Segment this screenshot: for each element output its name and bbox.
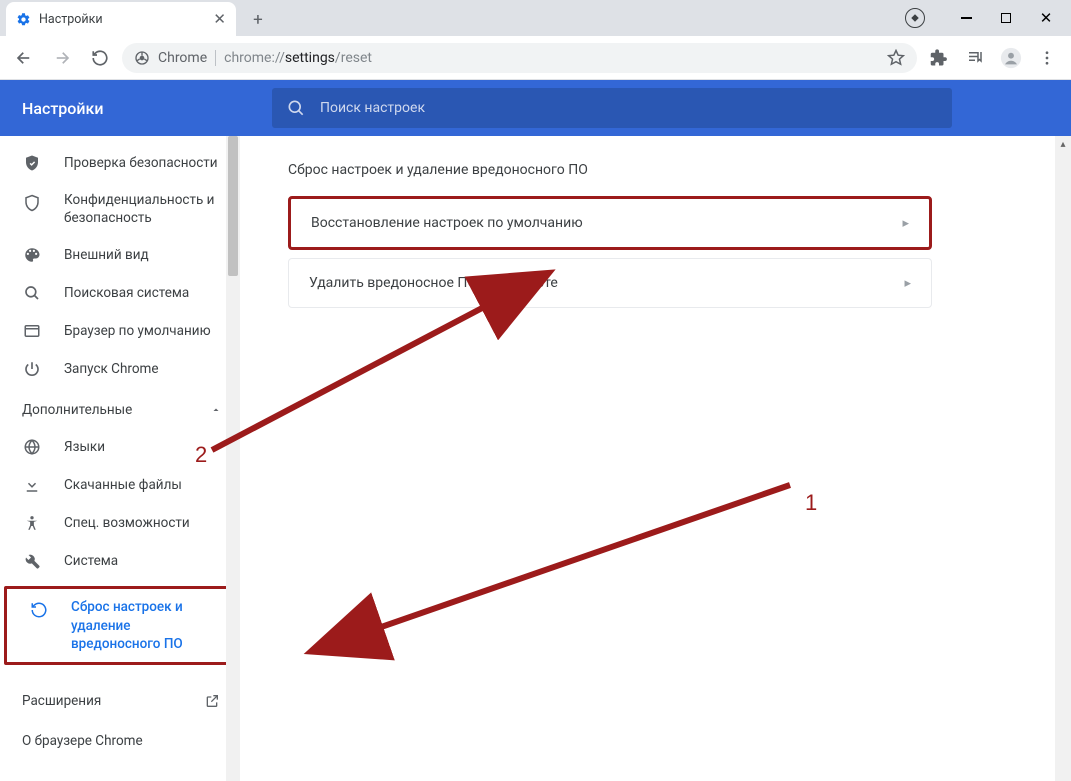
- sidebar-item-label: Браузер по умолчанию: [64, 322, 211, 340]
- option-cleanup-computer[interactable]: Удалить вредоносное ПО с компьюте ▸: [288, 258, 932, 308]
- sidebar-about-link[interactable]: О браузере Chrome: [0, 721, 240, 761]
- sidebar-item-label: Запуск Chrome: [64, 360, 159, 378]
- settings-search-input[interactable]: [320, 100, 938, 116]
- chevron-up-icon: [210, 404, 222, 416]
- sidebar-about-label: О браузере Chrome: [22, 733, 143, 749]
- sidebar-scrollbar[interactable]: [226, 136, 240, 781]
- profile-avatar-icon[interactable]: [995, 42, 1027, 74]
- power-icon: [22, 359, 42, 379]
- chrome-info-icon: [134, 50, 150, 66]
- sidebar-item-label: Проверка безопасности: [64, 154, 218, 172]
- sidebar-item-safety-check[interactable]: Проверка безопасности: [0, 144, 240, 182]
- wrench-icon: [22, 551, 42, 571]
- window-minimize-button[interactable]: [949, 3, 983, 33]
- window-titlebar: Настройки ✕ + ✕: [0, 0, 1071, 36]
- shield-icon: [22, 193, 42, 213]
- search-icon: [22, 283, 42, 303]
- sidebar-item-label: Скачанные файлы: [64, 476, 182, 494]
- accessibility-icon: [22, 513, 42, 533]
- sidebar-item-on-startup[interactable]: Запуск Chrome: [0, 350, 240, 388]
- close-tab-icon[interactable]: ✕: [213, 10, 226, 28]
- sidebar-extensions-label: Расширения: [22, 693, 101, 709]
- settings-search[interactable]: [272, 88, 952, 128]
- bookmark-star-icon[interactable]: [887, 49, 905, 67]
- chevron-right-icon: ▸: [902, 216, 909, 231]
- url-scheme-label: Chrome: [158, 50, 207, 66]
- sidebar-item-system[interactable]: Система: [0, 542, 240, 580]
- url-separator: [215, 50, 216, 66]
- sidebar-item-accessibility[interactable]: Спец. возможности: [0, 504, 240, 542]
- sidebar-advanced-toggle[interactable]: Дополнительные: [0, 388, 240, 428]
- option-restore-defaults[interactable]: Восстановление настроек по умолчанию ▸: [288, 196, 932, 250]
- url-text: chrome://settings/reset: [224, 50, 372, 66]
- gear-icon: [16, 12, 31, 27]
- sidebar-item-search-engine[interactable]: Поисковая система: [0, 274, 240, 312]
- page-section-title: Сброс настроек и удаление вредоносного П…: [288, 162, 932, 178]
- settings-header-title: Настройки: [22, 99, 272, 118]
- shield-check-icon: [22, 153, 42, 173]
- sidebar-item-label: Сброс настроек и удаление вредоносного П…: [71, 598, 223, 653]
- back-button[interactable]: [8, 42, 40, 74]
- restore-icon: [29, 600, 49, 620]
- forward-button[interactable]: [46, 42, 78, 74]
- settings-header: Настройки: [0, 80, 1071, 136]
- browser-toolbar: Chrome chrome://settings/reset: [0, 36, 1071, 80]
- browser-tab[interactable]: Настройки ✕: [6, 2, 236, 36]
- kebab-menu-icon[interactable]: [1031, 42, 1063, 74]
- sidebar-item-appearance[interactable]: Внешний вид: [0, 236, 240, 274]
- palette-icon: [22, 245, 42, 265]
- search-icon: [286, 98, 306, 118]
- download-icon: [22, 475, 42, 495]
- reading-list-icon[interactable]: [959, 42, 991, 74]
- settings-main-panel: Сброс настроек и удаление вредоносного П…: [240, 136, 1071, 781]
- settings-sidebar[interactable]: Проверка безопасности Конфиденциальность…: [0, 136, 240, 781]
- new-tab-button[interactable]: +: [244, 6, 272, 34]
- sidebar-item-label: Поисковая система: [64, 284, 189, 302]
- sidebar-item-label: Спец. возможности: [64, 514, 190, 532]
- sidebar-item-label: Система: [64, 552, 118, 570]
- scroll-up-icon[interactable]: ▴: [1055, 136, 1071, 152]
- browser-window-icon: [22, 321, 42, 341]
- option-label: Удалить вредоносное ПО с компьюте: [309, 275, 558, 291]
- sidebar-item-label: Конфиденциальность и безопасность: [64, 191, 230, 227]
- sidebar-extensions-link[interactable]: Расширения: [0, 681, 240, 721]
- extensions-puzzle-icon[interactable]: [923, 42, 955, 74]
- tab-title: Настройки: [39, 12, 205, 27]
- address-bar[interactable]: Chrome chrome://settings/reset: [122, 43, 917, 73]
- sidebar-advanced-label: Дополнительные: [22, 402, 132, 418]
- sidebar-item-reset[interactable]: Сброс настроек и удаление вредоносного П…: [7, 589, 233, 662]
- globe-icon: [22, 437, 42, 457]
- sidebar-item-downloads[interactable]: Скачанные файлы: [0, 466, 240, 504]
- sidebar-item-default-browser[interactable]: Браузер по умолчанию: [0, 312, 240, 350]
- chevron-right-icon: ▸: [904, 276, 911, 291]
- sidebar-item-label: Языки: [64, 438, 105, 456]
- option-label: Восстановление настроек по умолчанию: [311, 215, 583, 231]
- sidebar-item-privacy[interactable]: Конфиденциальность и безопасность: [0, 182, 240, 236]
- sidebar-item-languages[interactable]: Языки: [0, 428, 240, 466]
- window-close-button[interactable]: ✕: [1029, 3, 1063, 33]
- window-controls: ✕: [905, 0, 1071, 36]
- profile-shortcut-icon[interactable]: [905, 8, 925, 28]
- window-maximize-button[interactable]: [989, 3, 1023, 33]
- main-scrollbar[interactable]: ▴: [1055, 136, 1071, 781]
- sidebar-item-label: Внешний вид: [64, 246, 149, 264]
- reload-button[interactable]: [84, 42, 116, 74]
- external-link-icon: [204, 693, 220, 709]
